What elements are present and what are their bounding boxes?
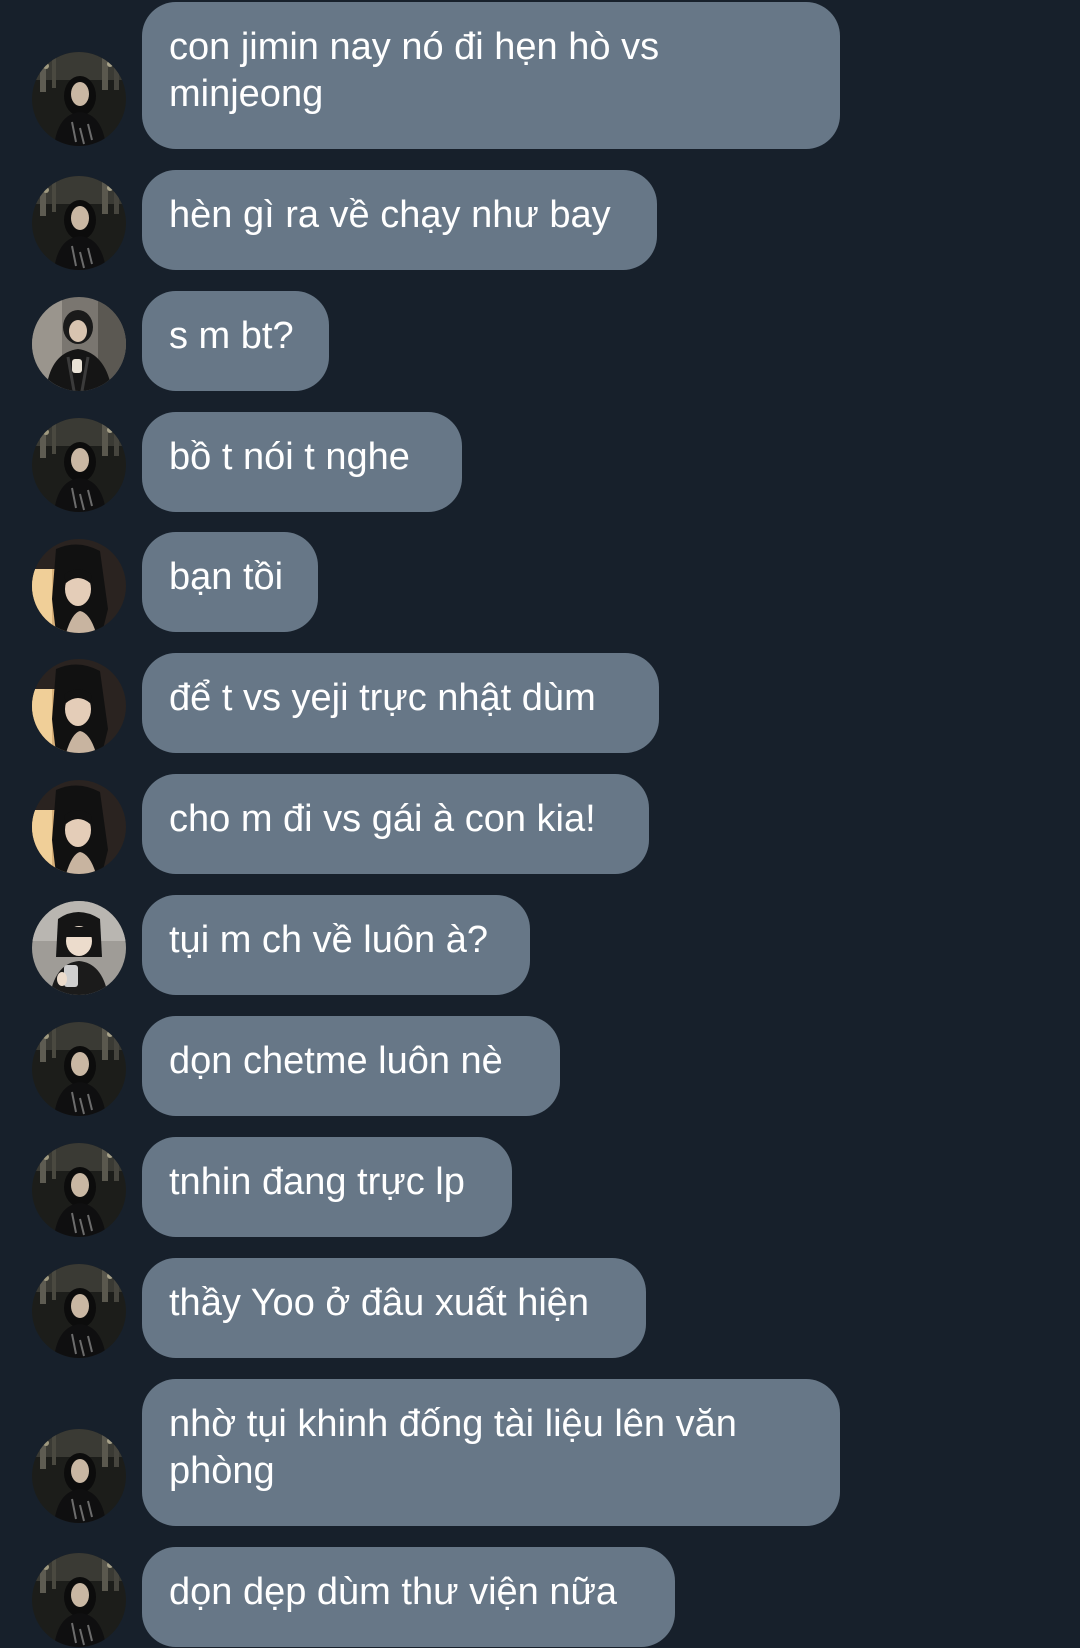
avatar[interactable] (32, 1022, 126, 1116)
message-bubble[interactable]: bồ t nói t nghe (142, 412, 462, 512)
message-bubble[interactable]: con jimin nay nó đi hẹn hò vs minjeong (142, 2, 840, 149)
message-bubble[interactable]: bạn tồi (142, 532, 318, 632)
message-bubble[interactable]: tnhin đang trực lp (142, 1137, 512, 1237)
message-bubble[interactable]: thầy Yoo ở đâu xuất hiện (142, 1258, 646, 1358)
avatar[interactable] (32, 901, 126, 995)
message-bubble[interactable]: nhờ tụi khinh đống tài liệu lên văn phòn… (142, 1379, 840, 1526)
avatar[interactable] (32, 1143, 126, 1237)
message-bubble[interactable]: tụi m ch về luôn à? (142, 895, 530, 995)
avatar[interactable] (32, 418, 126, 512)
avatar[interactable] (32, 176, 126, 270)
message-bubble[interactable]: cho m đi vs gái à con kia! (142, 774, 649, 874)
message-bubble[interactable]: hèn gì ra về chạy như bay (142, 170, 657, 270)
message-bubble[interactable]: dọn dẹp dùm thư viện nữa (142, 1547, 675, 1647)
avatar[interactable] (32, 52, 126, 146)
message-bubble[interactable]: dọn chetme luôn nè (142, 1016, 560, 1116)
message-bubble[interactable]: để t vs yeji trực nhật dùm (142, 653, 659, 753)
message-bubble[interactable]: s m bt? (142, 291, 329, 391)
avatar[interactable] (32, 659, 126, 753)
avatar[interactable] (32, 297, 126, 391)
avatar[interactable] (32, 1264, 126, 1358)
avatar[interactable] (32, 780, 126, 874)
avatar[interactable] (32, 539, 126, 633)
avatar[interactable] (32, 1553, 126, 1647)
avatar[interactable] (32, 1429, 126, 1523)
chat-message-list[interactable]: con jimin nay nó đi hẹn hò vs minjeong c… (0, 0, 1080, 1648)
